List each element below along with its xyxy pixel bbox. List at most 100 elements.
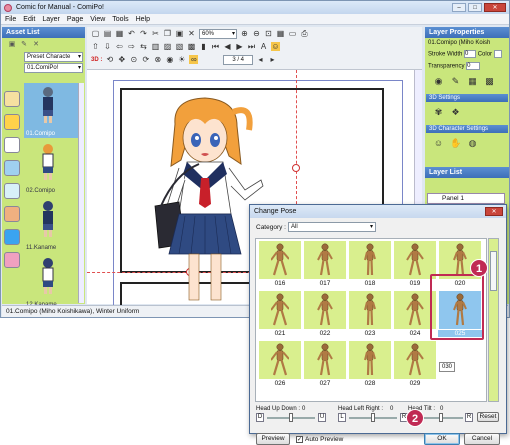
character-category-icon[interactable] xyxy=(4,91,20,107)
menu-layer[interactable]: Layer xyxy=(42,16,60,23)
copy-icon[interactable]: ❐ xyxy=(163,29,172,38)
pose-item[interactable]: 017 xyxy=(303,241,347,289)
last-page-icon[interactable]: ⏭ xyxy=(247,42,256,51)
zoom-select[interactable]: 60% xyxy=(199,28,237,39)
asset-item[interactable]: 02.Comipo xyxy=(24,140,78,195)
speech-balloon-icon[interactable] xyxy=(4,137,20,153)
brush-icon[interactable]: ✎ xyxy=(450,76,461,87)
pose-item[interactable]: 016 xyxy=(258,241,302,289)
3d-zoom-icon[interactable]: ⊙ xyxy=(129,55,138,64)
lock-icon[interactable]: ▮ xyxy=(199,42,208,51)
panel-category-icon[interactable] xyxy=(4,252,20,268)
move-left-icon[interactable]: ⇦ xyxy=(115,42,124,51)
fit-icon[interactable]: ⊡ xyxy=(264,29,273,38)
3d-extra-icon[interactable]: ∞ xyxy=(189,55,199,64)
pattern-icon[interactable]: ▦ xyxy=(467,76,478,87)
color-swatch[interactable] xyxy=(493,50,502,58)
new-asset-icon[interactable]: ▣ xyxy=(8,41,16,49)
ok-button[interactable]: OK xyxy=(424,433,460,445)
close-button[interactable]: ✕ xyxy=(484,3,506,12)
pose-item[interactable]: 028 xyxy=(348,341,392,389)
auto-preview-checkbox[interactable]: ✓ Auto Preview xyxy=(296,436,343,443)
menu-file[interactable]: File xyxy=(5,16,16,23)
page-next-icon[interactable]: ▸ xyxy=(268,55,277,64)
3d-move-icon[interactable]: ✥ xyxy=(117,55,126,64)
move-down-icon[interactable]: ⇩ xyxy=(103,42,112,51)
3d-tilt-icon[interactable]: ⟳ xyxy=(141,55,150,64)
pose-icon[interactable]: ✋ xyxy=(450,138,461,149)
expression-icon[interactable]: ◍ xyxy=(467,138,478,149)
redo-icon[interactable]: ↷ xyxy=(139,29,148,38)
align-icon[interactable]: ▥ xyxy=(151,42,160,51)
head-left-button[interactable]: L xyxy=(338,413,346,422)
group-icon[interactable]: ▩ xyxy=(187,42,196,51)
head-down-button[interactable]: D xyxy=(256,413,264,422)
eye-icon[interactable]: ◉ xyxy=(433,76,444,87)
layer-item-panel-1[interactable]: Panel 1 xyxy=(427,193,505,204)
pose-grid-scrollbar[interactable] xyxy=(488,238,499,402)
minimize-button[interactable]: – xyxy=(452,3,466,12)
resize-handle[interactable] xyxy=(292,164,300,172)
delete-icon[interactable]: ✕ xyxy=(187,29,196,38)
delete-asset-icon[interactable]: ✕ xyxy=(32,41,40,49)
cube-category-icon[interactable] xyxy=(4,114,20,130)
item-category-icon[interactable] xyxy=(4,206,20,222)
maximize-button[interactable]: □ xyxy=(468,3,482,12)
pose-tool-icon[interactable]: ☺ xyxy=(271,42,280,51)
zoom-out-icon[interactable]: ⊖ xyxy=(252,29,261,38)
effect-category-icon[interactable] xyxy=(4,183,20,199)
asset-item[interactable]: 11.Kaname xyxy=(24,197,78,252)
edit-asset-icon[interactable]: ✎ xyxy=(20,41,28,49)
menu-page[interactable]: Page xyxy=(67,16,83,23)
head-up-down-slider[interactable] xyxy=(267,413,315,422)
3d-setting-a-icon[interactable]: ✾ xyxy=(433,107,444,118)
slider-knob[interactable] xyxy=(289,413,293,422)
transparency-input[interactable]: 0 xyxy=(466,62,481,70)
3d-setting-b-icon[interactable]: ❖ xyxy=(450,107,461,118)
palette-icon[interactable]: ▩ xyxy=(484,76,495,87)
pose-item[interactable]: 029 xyxy=(393,341,437,389)
slider-knob[interactable] xyxy=(439,413,443,422)
undo-icon[interactable]: ↶ xyxy=(127,29,136,38)
menu-edit[interactable]: Edit xyxy=(23,16,35,23)
asset-list-scrollbar[interactable] xyxy=(78,83,84,303)
3d-camera-icon[interactable]: ◉ xyxy=(165,55,174,64)
stroke-width-input[interactable]: 0 xyxy=(464,50,477,58)
scrollbar-thumb[interactable] xyxy=(490,251,497,291)
head-tilt-slider[interactable] xyxy=(419,413,463,422)
background-category-icon[interactable] xyxy=(4,160,20,176)
checkbox-box[interactable]: ✓ xyxy=(296,436,303,443)
3d-rotate-icon[interactable]: ⟲ xyxy=(105,55,114,64)
open-icon[interactable]: ▤ xyxy=(103,29,112,38)
category-select[interactable]: All xyxy=(288,222,376,232)
head-left-right-slider[interactable] xyxy=(349,413,397,422)
next-page-icon[interactable]: ▶ xyxy=(235,42,244,51)
move-up-icon[interactable]: ⇧ xyxy=(91,42,100,51)
zoom-in-icon[interactable]: ⊕ xyxy=(240,29,249,38)
prev-page-icon[interactable]: ◀ xyxy=(223,42,232,51)
text-tool-icon[interactable]: A xyxy=(259,42,268,51)
tilt-right-button[interactable]: R xyxy=(465,413,473,422)
character-select[interactable]: 01.ComiPo! xyxy=(24,63,83,73)
cancel-button[interactable]: Cancel xyxy=(464,433,500,445)
reset-button[interactable]: Reset xyxy=(477,412,499,422)
print-icon[interactable]: ⎙ xyxy=(300,29,309,38)
bring-front-icon[interactable]: ▨ xyxy=(163,42,172,51)
flip-icon[interactable]: ⇆ xyxy=(139,42,148,51)
move-right-icon[interactable]: ⇨ xyxy=(127,42,136,51)
grid-icon[interactable]: ▦ xyxy=(276,29,285,38)
pose-item[interactable]: 023 xyxy=(348,291,392,339)
cut-icon[interactable]: ✂ xyxy=(151,29,160,38)
pose-item[interactable]: 027 xyxy=(303,341,347,389)
pose-item[interactable]: 018 xyxy=(348,241,392,289)
asset-item[interactable]: 01.Comipo xyxy=(24,83,78,138)
face-icon[interactable]: ☺ xyxy=(433,138,444,149)
character-figure[interactable] xyxy=(145,94,265,305)
send-back-icon[interactable]: ▧ xyxy=(175,42,184,51)
pose-item[interactable]: 026 xyxy=(258,341,302,389)
pose-item[interactable]: 022 xyxy=(303,291,347,339)
ruler-icon[interactable]: ▭ xyxy=(288,29,297,38)
paste-icon[interactable]: ▣ xyxy=(175,29,184,38)
first-page-icon[interactable]: ⏮ xyxy=(211,42,220,51)
symbol-category-icon[interactable] xyxy=(4,229,20,245)
